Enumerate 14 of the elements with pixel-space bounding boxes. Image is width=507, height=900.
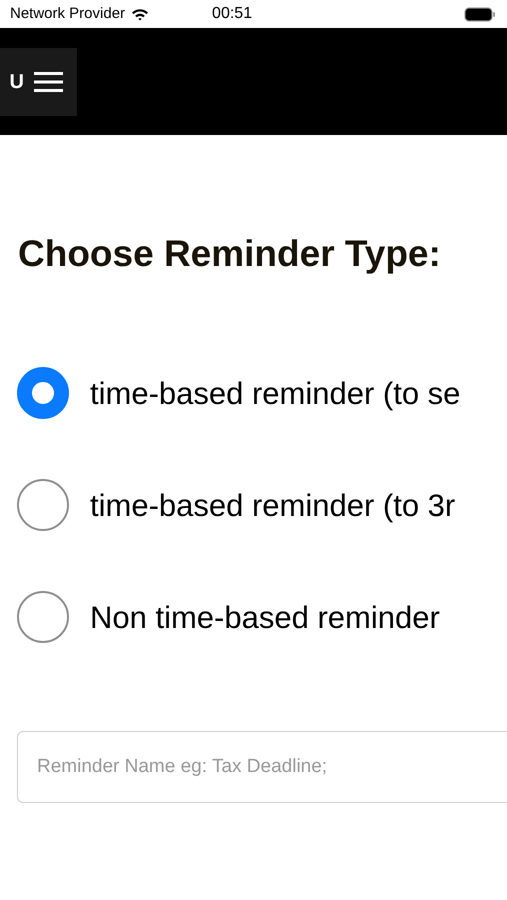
radio-button[interactable] xyxy=(17,367,69,419)
menu-icon xyxy=(34,70,63,92)
carrier-name: Network Provider xyxy=(10,4,126,24)
battery-icon xyxy=(464,6,496,22)
reminder-name-field[interactable]: Reminder Name eg: Tax Deadline; xyxy=(17,731,507,803)
wifi-icon xyxy=(131,8,150,20)
radio-button[interactable] xyxy=(17,591,69,643)
clock-time: 00:51 xyxy=(212,4,252,24)
option-label: time-based reminder (to se xyxy=(90,378,460,408)
menu-button[interactable]: U xyxy=(0,48,77,116)
option-label: Non time-based reminder xyxy=(90,602,440,632)
radio-button[interactable] xyxy=(17,479,69,531)
page-heading: Choose Reminder Type: xyxy=(18,235,442,272)
option-label: time-based reminder (to 3r xyxy=(90,490,456,520)
